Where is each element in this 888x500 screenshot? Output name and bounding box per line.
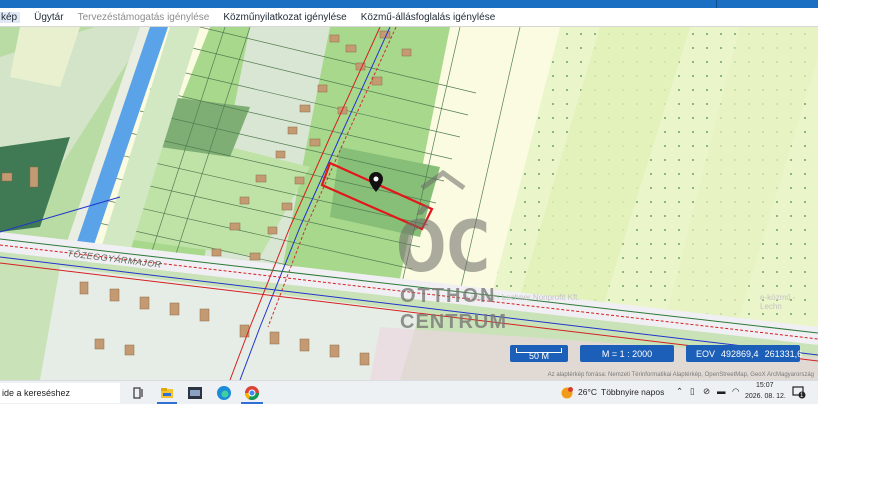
notification-count: 1 [800,393,804,399]
nav-item-ugytar[interactable]: Ügytár [34,12,63,23]
chrome-running-indicator [241,402,263,404]
strip-divider [716,0,717,8]
chevron-up-icon[interactable]: ⌃ [676,386,683,397]
task-view-icon[interactable] [131,385,147,401]
windows-taskbar: ide a kereséshez 26°C Többnyire napos ⌃ … [0,380,818,404]
watermark-right: e-közmű - Lechn [760,293,796,311]
nav-item-kozmunyilatkozat[interactable]: Közműnyilatkozat igénylése [223,12,346,23]
nav-item-kozmu-allasfoglalas[interactable]: Közmű-állásfoglalás igénylése [361,12,496,23]
eov-x: 492869,4 [721,348,759,359]
photo-app-icon[interactable] [187,385,203,401]
title-strip [0,0,818,8]
clock-time[interactable]: 15:07 [756,382,774,389]
nav-menu: kép Ügytár Tervezéstámogatás igénylése K… [0,8,818,27]
nav-item-tervezes: Tervezéstámogatás igénylése [77,11,210,23]
eov-y: 261331,6 [764,348,803,359]
app-window: kép Ügytár Tervezéstámogatás igénylése K… [0,0,818,404]
weather-icon[interactable] [560,386,574,400]
svg-text:ÓC: ÓC [396,206,490,288]
network-drive-icon[interactable]: ▯ [690,386,695,397]
edge-icon[interactable] [216,385,232,401]
map-attribution: Az alaptérkép forrása: Nemzeti Térinform… [547,372,814,378]
weather-condition[interactable]: Többnyire napos [601,387,664,397]
nav-item-map[interactable]: kép [0,11,21,23]
scale-button[interactable]: 50 M [510,345,568,362]
logo-text-centrum: CENTRUM [400,311,507,333]
notification-center-icon[interactable] [792,386,806,399]
battery-icon[interactable]: ▬ [717,386,726,396]
eov-coordinates-button[interactable]: EOV 492869,4 261331,6 [686,345,803,362]
map-view[interactable]: ÓC TŐZEGGYÁRMAJOR e-közmű - Lechner Nonp… [0,27,818,380]
eov-label: EOV [696,348,716,359]
file-explorer-icon[interactable] [159,385,175,401]
clock-date[interactable]: 2026. 08. 12. [745,393,786,400]
taskbar-search-text: ide a kereséshez [2,388,71,398]
active-app-indicator [157,402,177,404]
map-ratio-button[interactable]: M = 1 : 2000 [580,345,674,362]
mute-icon[interactable]: ⊘ [703,386,710,397]
scale-bar-graphic [516,348,562,353]
chrome-icon[interactable] [244,385,260,401]
taskbar-search-box[interactable]: ide a kereséshez [0,383,120,403]
wifi-icon[interactable]: ◠ [732,386,739,397]
weather-temperature: 26°C [578,387,597,397]
logo-text-otthon: OTTHON [400,285,497,307]
ratio-label: M = 1 : 2000 [601,348,653,359]
